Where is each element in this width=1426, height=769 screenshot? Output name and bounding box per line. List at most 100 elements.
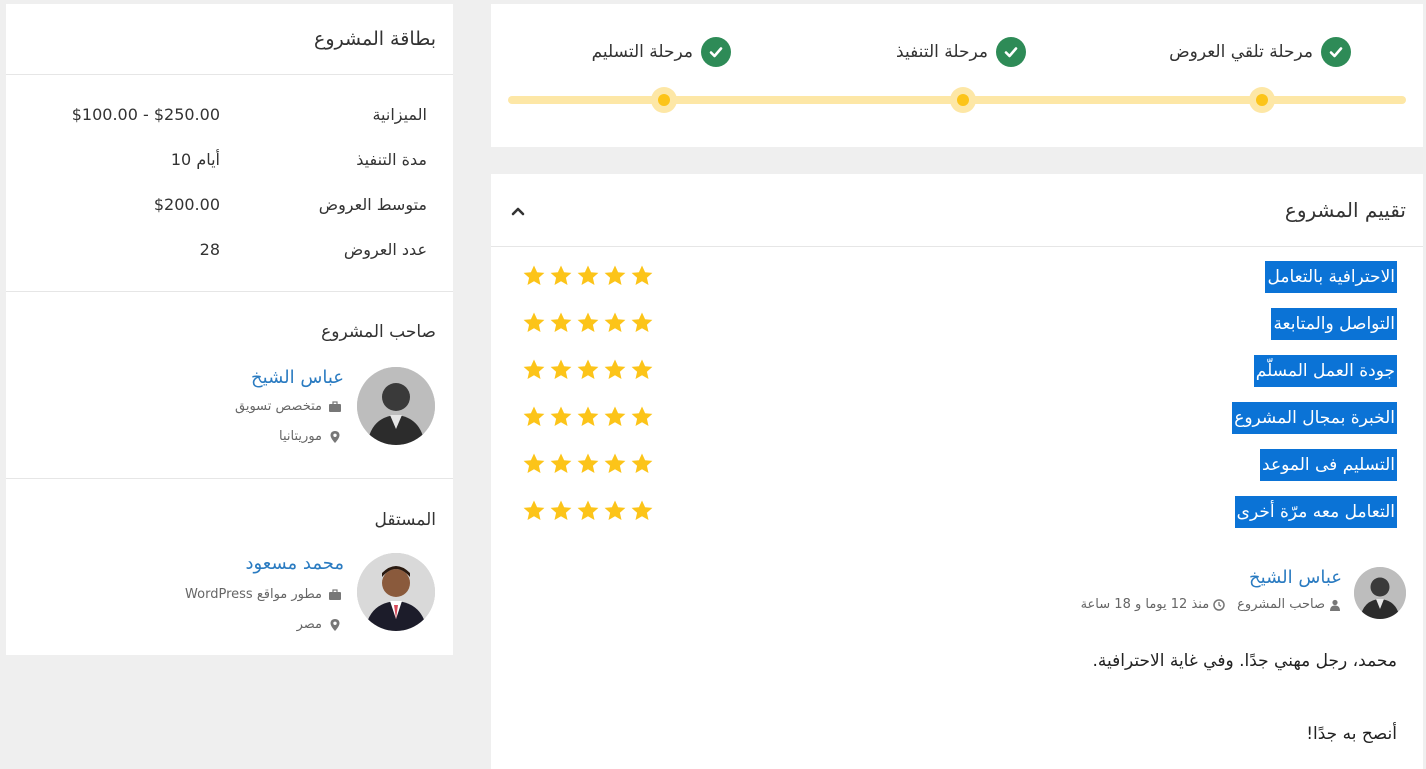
star-icon (604, 265, 626, 285)
criterion-label: الاحترافية بالتعامل (1265, 261, 1397, 293)
star-icon (631, 265, 653, 285)
review-paragraph: محمد، رجل مهني جدًا. وفي غاية الاحترافية… (1092, 651, 1398, 671)
info-row-duration: مدة التنفيذ 10 أيام (6, 150, 453, 180)
info-value: $200.00 (153, 195, 220, 214)
stage-delivery: مرحلة التسليم (592, 37, 731, 67)
freelancer-profile: محمد مسعود مطور مواقع WordPress مصر (6, 553, 453, 643)
star-icon (604, 359, 626, 379)
freelancer-location-text: مصر (296, 617, 322, 632)
clock-icon (1213, 598, 1225, 611)
chevron-up-icon[interactable] (509, 203, 527, 217)
project-stages: مرحلة تلقي العروض مرحلة التنفيذ مرحلة ال… (491, 4, 1423, 147)
info-label: متوسط العروض (318, 195, 427, 214)
rating-row: جودة العمل المسلّم (491, 355, 1423, 389)
star-rating (522, 311, 654, 335)
review-author-role-text: صاحب المشروع (1237, 597, 1325, 612)
star-icon (550, 312, 572, 332)
review-time: منذ 12 يوما و 18 ساعة (1081, 597, 1226, 612)
review-author-link[interactable]: عباس الشيخ (1249, 567, 1342, 588)
info-row-average-bids: متوسط العروض $200.00 (6, 195, 453, 225)
freelancer-location: مصر (297, 617, 342, 632)
criterion-label: جودة العمل المسلّم (1253, 355, 1397, 387)
check-icon (1321, 37, 1351, 67)
star-icon (604, 500, 626, 520)
star-icon (577, 453, 599, 473)
freelancer-role: مطور مواقع WordPress (185, 587, 342, 602)
star-rating (522, 405, 654, 429)
divider (6, 74, 453, 75)
star-icon (523, 453, 545, 473)
star-icon (577, 265, 599, 285)
divider (491, 246, 1423, 247)
star-icon (550, 453, 572, 473)
freelancer-name-link[interactable]: محمد مسعود (245, 553, 344, 574)
star-icon (631, 406, 653, 426)
star-icon (631, 312, 653, 332)
rating-row: التواصل والمتابعة (491, 308, 1423, 342)
star-icon (577, 312, 599, 332)
star-icon (550, 406, 572, 426)
info-row-budget: الميزانية $100.00 - $250.00 (6, 105, 453, 135)
avatar[interactable] (357, 553, 435, 631)
rating-row: التعامل معه مرّة أخرى (491, 496, 1423, 530)
stage-execution: مرحلة التنفيذ (896, 37, 1026, 67)
star-icon (631, 453, 653, 473)
owner-location-text: موريتانيا (279, 429, 322, 444)
star-icon (550, 359, 572, 379)
star-icon (631, 359, 653, 379)
divider (6, 478, 453, 479)
criterion-label: التواصل والمتابعة (1271, 308, 1397, 340)
star-icon (577, 500, 599, 520)
owner-profile: عباس الشيخ متخصص تسويق موريتانيا (6, 367, 453, 457)
progress-dot (651, 87, 677, 113)
star-rating (522, 499, 654, 523)
stage-receiving-bids: مرحلة تلقي العروض (1169, 37, 1351, 67)
avatar[interactable] (1354, 567, 1406, 619)
info-label: الميزانية (372, 105, 427, 124)
rating-title: تقييم المشروع (1284, 198, 1406, 222)
map-marker-icon (330, 430, 340, 443)
star-icon (523, 359, 545, 379)
stage-label: مرحلة التنفيذ (896, 42, 988, 62)
review-meta: صاحب المشروع منذ 12 يوما و 18 ساعة (1081, 597, 1341, 612)
stage-label: مرحلة تلقي العروض (1169, 42, 1313, 62)
owner-role-text: متخصص تسويق (234, 399, 322, 414)
star-rating (522, 264, 654, 288)
freelancer-section-title: المستقل (374, 510, 436, 530)
criterion-label: الخبرة بمجال المشروع (1232, 402, 1397, 434)
info-value: 28 (199, 240, 220, 259)
project-card: بطاقة المشروع الميزانية $100.00 - $250.0… (6, 4, 453, 655)
project-rating: تقييم المشروع الاحترافية بالتعامل التواص… (491, 174, 1423, 769)
owner-role: متخصص تسويق (235, 399, 342, 414)
star-icon (604, 312, 626, 332)
rating-row: التسليم فى الموعد (491, 449, 1423, 483)
star-icon (523, 500, 545, 520)
owner-name-link[interactable]: عباس الشيخ (251, 367, 344, 388)
info-value: 10 أيام (170, 150, 220, 169)
star-icon (631, 500, 653, 520)
map-marker-icon (330, 618, 340, 631)
star-rating (522, 452, 654, 476)
criterion-label: التعامل معه مرّة أخرى (1234, 496, 1397, 528)
info-value: $100.00 - $250.00 (71, 105, 220, 124)
owner-section-title: صاحب المشروع (321, 322, 436, 342)
rating-row: الخبرة بمجال المشروع (491, 402, 1423, 436)
briefcase-icon (329, 400, 341, 412)
info-label: مدة التنفيذ (356, 150, 427, 169)
star-icon (604, 406, 626, 426)
review-time-text: منذ 12 يوما و 18 ساعة (1080, 597, 1210, 612)
star-icon (523, 265, 545, 285)
star-icon (523, 406, 545, 426)
star-icon (577, 406, 599, 426)
star-rating (522, 358, 654, 382)
user-icon (1330, 599, 1340, 611)
check-icon (701, 37, 731, 67)
progress-dot (950, 87, 976, 113)
owner-location: موريتانيا (279, 429, 342, 444)
progress-dot (1249, 87, 1275, 113)
project-card-title: بطاقة المشروع (314, 28, 436, 50)
info-label: عدد العروض (343, 240, 427, 259)
avatar[interactable] (357, 367, 435, 445)
freelancer-role-text: مطور مواقع WordPress (185, 587, 322, 602)
check-icon (996, 37, 1026, 67)
